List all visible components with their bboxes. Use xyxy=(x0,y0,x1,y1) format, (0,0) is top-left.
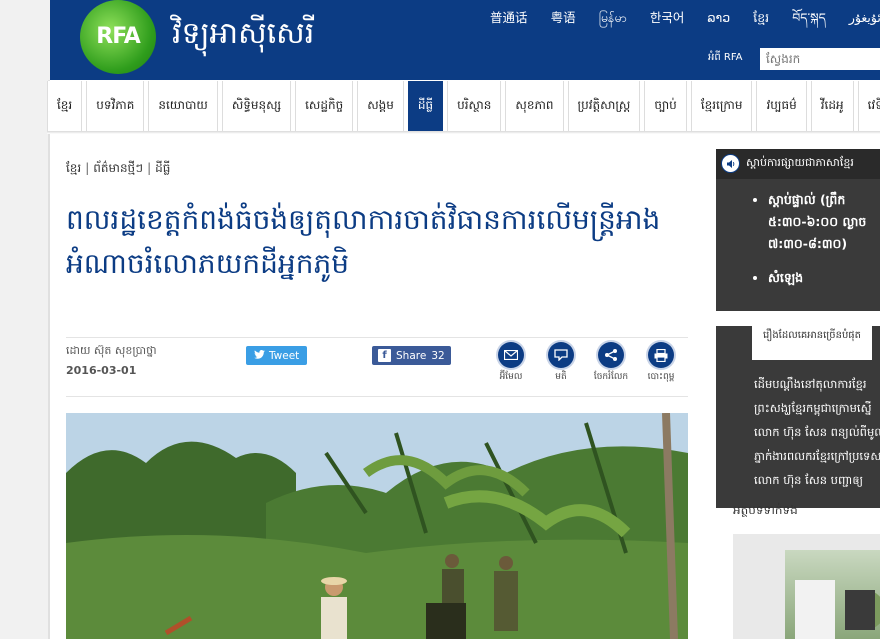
photo-scene xyxy=(66,413,688,639)
lang-cantonese[interactable]: 粤语 xyxy=(551,10,576,25)
nav-item-law[interactable]: ច្បាប់ xyxy=(644,81,687,131)
main-nav: ខ្មែរ បទវិភាគ នយោបាយ សិទ្ធិមនុស្ស សេដ្ឋក… xyxy=(47,81,880,131)
most-read-item[interactable]: លោក ហ៊ុន សែន បញ្ជាឲ្យ xyxy=(754,472,880,488)
comment-label: មតិ xyxy=(555,372,567,382)
nav-item-environment[interactable]: បរិស្ថាន xyxy=(447,81,502,131)
radio-box-header: ស្ដាប់ការផ្សាយជាភាសាខ្មែរ xyxy=(716,149,880,179)
site-title[interactable]: វិទ្យុអាស៊ីសេរី xyxy=(172,14,314,58)
nav-item-society[interactable]: សង្គម xyxy=(357,81,404,131)
article-date: 2016-03-01 xyxy=(66,364,137,377)
lang-korean[interactable]: 한국어 xyxy=(650,10,685,25)
most-read-item[interactable]: លោក ហ៊ុន សែន ពន្យល់ពីមូលហេតុ xyxy=(754,424,880,440)
radio-links: ស្ដាប់ផ្ទាល់ (ព្រឹក ៥:៣០-៦:០០ ល្ងាច ៧:៣០… xyxy=(752,189,880,301)
most-read-item[interactable]: ដើមបណ្ដឹងនៅតុលាការខ្មែរ xyxy=(754,376,880,392)
related-article-thumbnail[interactable] xyxy=(733,534,880,639)
listen-live-link[interactable]: ស្ដាប់ផ្ទាល់ (ព្រឹក ៥:៣០-៦:០០ ល្ងាច ៧:៣០… xyxy=(768,189,880,255)
share-tool[interactable]: ចែករំលែក xyxy=(591,342,631,384)
twitter-bird-icon xyxy=(254,349,265,362)
about-rfa-link[interactable]: អំពី RFA xyxy=(708,50,743,65)
email-label: អ៊ីមែល xyxy=(499,372,523,382)
tweet-label: Tweet xyxy=(269,349,300,362)
radio-box-title: ស្ដាប់ការផ្សាយជាភាសាខ្មែរ xyxy=(746,156,854,169)
nav-item-history[interactable]: ប្រវត្តិសាស្ត្រ xyxy=(567,81,641,131)
nav-item-khmer[interactable]: ខ្មែរ xyxy=(47,81,83,131)
facebook-share-button[interactable]: f Share 32 xyxy=(372,346,451,365)
speaker-icon xyxy=(721,154,740,173)
share-count: 32 xyxy=(431,349,445,362)
facebook-icon: f xyxy=(378,349,391,362)
article-title: ពលរដ្ឋខេត្តកំពង់ធំចង់ឲ្យតុលាការចាត់វិធាន… xyxy=(66,203,661,280)
print-label: បោះពុម្ព xyxy=(647,372,675,382)
nav-item-human-rights[interactable]: សិទ្ធិមនុស្ស xyxy=(221,81,292,131)
comment-icon xyxy=(548,342,574,368)
share-icon xyxy=(598,342,624,368)
most-read-item[interactable]: ភ្នាក់ងារពលករខ្មែរក្រៅប្រទេស xyxy=(754,448,880,464)
related-articles-title: អត្ថបទទាក់ទង xyxy=(733,503,798,517)
share-tool-label: ចែករំលែក xyxy=(593,372,629,382)
email-tool[interactable]: អ៊ីមែល xyxy=(491,342,531,384)
nav-item-health[interactable]: សុខភាព xyxy=(505,81,564,131)
share-label: Share xyxy=(396,349,427,362)
site-header: RFA វិទ្យុអាស៊ីសេរី 普通话 粤语 မြန်မာ 한국어 ລາ… xyxy=(50,0,880,80)
most-read-item[interactable]: ព្រះសង្ឃខ្មែរកម្ពុជាក្រោមស្នើ xyxy=(754,400,880,416)
breadcrumb: ខ្មែរ | ព័ត៌មានថ្មីៗ | ដីធ្លី xyxy=(66,161,171,175)
lang-khmer[interactable]: ខ្មែរ xyxy=(753,10,769,25)
nav-divider xyxy=(47,131,880,134)
rfa-logo[interactable]: RFA xyxy=(80,0,156,74)
print-icon xyxy=(648,342,674,368)
nav-item-politics[interactable]: នយោបាយ xyxy=(148,81,218,131)
most-read-title[interactable]: រឿងដែលគេអានច្រើនបំផុត xyxy=(752,326,872,360)
article-byline: ដោយ ស៊ុត សុខប្រាថ្នា 2016-03-01 Tweet f … xyxy=(66,337,688,397)
nav-item-culture[interactable]: វប្បធម៌ xyxy=(756,81,807,131)
print-tool[interactable]: បោះពុម្ព xyxy=(641,342,681,384)
lang-uyghur[interactable]: ئۇيغۇر xyxy=(849,10,880,25)
nav-item-forum[interactable]: វេទិកាអ្នក xyxy=(857,81,880,131)
article-photo[interactable] xyxy=(66,413,688,639)
lang-mandarin[interactable]: 普通话 xyxy=(490,10,528,25)
article-author: ដោយ ស៊ុត សុខប្រាថ្នា xyxy=(66,344,157,357)
nav-item-video[interactable]: វីដេអូ xyxy=(810,81,854,131)
language-bar: 普通话 粤语 မြန်မာ 한국어 ລາວ ខ្មែរ བོད་སྐད ئۇيغ… xyxy=(490,4,880,39)
tweet-button[interactable]: Tweet xyxy=(246,346,308,365)
logo-text: RFA xyxy=(96,24,140,49)
audio-link[interactable]: សំឡេង xyxy=(768,267,880,289)
nav-item-land[interactable]: ដីធ្លី xyxy=(407,81,444,131)
lang-lao[interactable]: ລາວ xyxy=(707,10,730,25)
email-icon xyxy=(498,342,524,368)
page-edge xyxy=(48,80,50,639)
nav-item-economy[interactable]: សេដ្ឋកិច្ច xyxy=(295,81,354,131)
breadcrumb-land[interactable]: ដីធ្លី xyxy=(155,161,170,175)
lang-tibetan[interactable]: བོད་སྐད xyxy=(792,10,826,25)
breadcrumb-khmer[interactable]: ខ្មែរ xyxy=(66,161,81,175)
breadcrumb-news[interactable]: ព័ត៌មានថ្មីៗ xyxy=(93,161,143,175)
most-read-list: ដើមបណ្ដឹងនៅតុលាការខ្មែរ ព្រះសង្ឃខ្មែរកម្… xyxy=(738,376,880,496)
related-article-image xyxy=(785,550,880,639)
search-input[interactable] xyxy=(760,48,880,70)
nav-item-analysis[interactable]: បទវិភាគ xyxy=(86,81,145,131)
comment-tool[interactable]: មតិ xyxy=(541,342,581,384)
lang-burmese[interactable]: မြန်မာ xyxy=(599,10,627,25)
radio-listen-box: ស្ដាប់ការផ្សាយជាភាសាខ្មែរ ស្ដាប់ផ្ទាល់ (… xyxy=(716,149,880,311)
nav-item-khmer-krom[interactable]: ខ្មែរក្រោម xyxy=(690,81,753,131)
most-read-box: រឿងដែលគេអានច្រើនបំផុត ដើមបណ្ដឹងនៅតុលាការ… xyxy=(716,326,880,508)
